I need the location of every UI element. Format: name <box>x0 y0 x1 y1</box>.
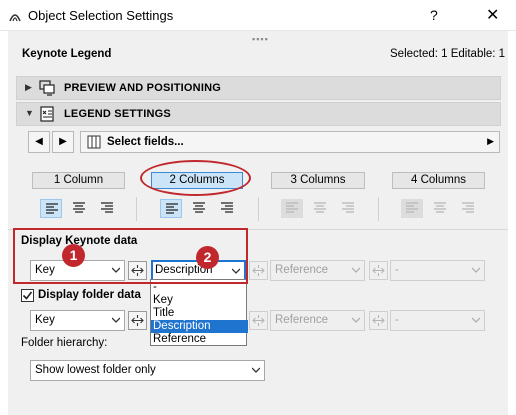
keynote-field-4-value: - <box>395 264 399 276</box>
swap-columns-icon <box>372 315 385 326</box>
align-right-icon <box>221 202 233 213</box>
chevron-down-icon <box>352 317 360 323</box>
swap-button-disabled[interactable] <box>369 311 388 330</box>
align-left-icon <box>46 203 58 214</box>
swap-button-disabled[interactable] <box>249 261 268 280</box>
title-bar: Object Selection Settings ? ✕ <box>0 0 516 31</box>
drag-grip-icon[interactable]: ▪▪▪▪ <box>252 34 268 44</box>
section-legend-label: LEGEND SETTINGS <box>64 108 171 120</box>
swap-columns-icon <box>252 315 265 326</box>
align-center-icon <box>193 202 205 213</box>
align-left-icon <box>406 202 418 213</box>
keynote-field-3-select[interactable]: Reference <box>270 260 365 281</box>
column-button-4[interactable]: 4 Columns <box>392 172 485 189</box>
window-title: Object Selection Settings <box>28 8 174 23</box>
col3-align-left-button[interactable] <box>281 199 303 218</box>
legend-settings-icon <box>40 106 54 122</box>
folder-field-3-value: Reference <box>275 314 329 326</box>
col3-align-center-button[interactable] <box>309 199 331 218</box>
collapse-triangle-icon: ▼ <box>25 108 34 118</box>
folder-hierarchy-label: Folder hierarchy: <box>21 337 108 349</box>
folder-field-1-value: Key <box>35 314 55 326</box>
swap-columns-icon <box>372 265 385 276</box>
chevron-down-icon <box>352 267 360 273</box>
folder-field-4-value: - <box>395 314 399 326</box>
folder-field-1-select[interactable]: Key <box>30 310 125 331</box>
keynote-field-3-value: Reference <box>275 264 329 276</box>
align-right-icon <box>342 202 354 213</box>
align-center-icon <box>73 202 85 213</box>
column-button-3[interactable]: 3 Columns <box>271 172 365 189</box>
help-button[interactable]: ? <box>430 7 438 23</box>
col1-align-left-button[interactable] <box>40 199 62 218</box>
folder-hierarchy-value: Show lowest folder only <box>35 364 156 376</box>
chevron-down-icon <box>252 367 260 373</box>
swap-button-disabled[interactable] <box>249 311 268 330</box>
annotation-badge-1: 1 <box>62 244 85 267</box>
expand-triangle-icon: ▶ <box>25 82 32 92</box>
close-button[interactable]: ✕ <box>486 5 499 25</box>
display-folder-label[interactable]: Display folder data <box>38 289 141 301</box>
align-left-icon <box>286 202 298 213</box>
col2-align-center-button[interactable] <box>188 199 210 218</box>
section-preview-label: PREVIEW AND POSITIONING <box>64 82 221 94</box>
dropdown-option[interactable]: Reference <box>151 333 248 346</box>
section-legend-settings[interactable]: ▼ LEGEND SETTINGS <box>16 102 501 126</box>
align-center-icon <box>434 202 446 213</box>
divider <box>258 197 259 221</box>
dropdown-option-selected[interactable]: Description <box>151 320 248 333</box>
col4-align-center-button[interactable] <box>429 199 451 218</box>
swap-columns-icon <box>131 315 144 326</box>
col3-align-right-button[interactable] <box>337 199 359 218</box>
annotation-badge-2: 2 <box>196 246 219 269</box>
folder-field-4-select[interactable]: - <box>390 310 485 331</box>
col1-align-right-button[interactable] <box>96 199 118 218</box>
keynote-field-4-select[interactable]: - <box>390 260 485 281</box>
swap-button-disabled[interactable] <box>369 261 388 280</box>
folder-hierarchy-select[interactable]: Show lowest folder only <box>30 360 265 381</box>
next-button[interactable]: ▶ <box>52 131 74 153</box>
col2-align-left-button[interactable] <box>160 199 182 218</box>
arrow-right-icon: ▶ <box>487 136 494 146</box>
columns-icon <box>87 135 101 149</box>
select-fields-button[interactable]: Select fields... ▶ <box>80 131 500 153</box>
section-preview-positioning[interactable]: ▶ PREVIEW AND POSITIONING <box>16 76 501 100</box>
field-dropdown-list[interactable]: - Key Title Description Reference <box>150 279 248 346</box>
col2-align-right-button[interactable] <box>216 199 238 218</box>
align-center-icon <box>314 202 326 213</box>
highlight-ellipse <box>140 160 251 196</box>
display-folder-checkbox[interactable] <box>21 289 34 302</box>
archicad-icon <box>9 14 21 22</box>
column-button-1[interactable]: 1 Column <box>32 172 125 189</box>
prev-button[interactable]: ◀ <box>28 131 50 153</box>
dropdown-option[interactable]: Title <box>151 307 248 320</box>
col4-align-left-button[interactable] <box>401 199 423 218</box>
col1-align-center-button[interactable] <box>68 199 90 218</box>
chevron-down-icon <box>472 317 480 323</box>
divider <box>136 197 137 221</box>
object-label: Keynote Legend <box>22 48 112 60</box>
swap-button[interactable] <box>128 311 147 330</box>
align-left-icon <box>166 203 178 214</box>
selection-status: Selected: 1 Editable: 1 <box>390 48 506 60</box>
align-right-icon <box>101 202 113 213</box>
select-fields-label: Select fields... <box>107 136 184 148</box>
preview-positioning-icon <box>39 80 55 96</box>
col4-align-right-button[interactable] <box>457 199 479 218</box>
chevron-down-icon <box>112 317 120 323</box>
divider <box>378 197 379 221</box>
dropdown-option[interactable]: Key <box>151 294 248 307</box>
checkmark-icon <box>22 291 33 300</box>
swap-columns-icon <box>252 265 265 276</box>
align-right-icon <box>462 202 474 213</box>
folder-field-3-select[interactable]: Reference <box>270 310 365 331</box>
chevron-down-icon <box>472 267 480 273</box>
